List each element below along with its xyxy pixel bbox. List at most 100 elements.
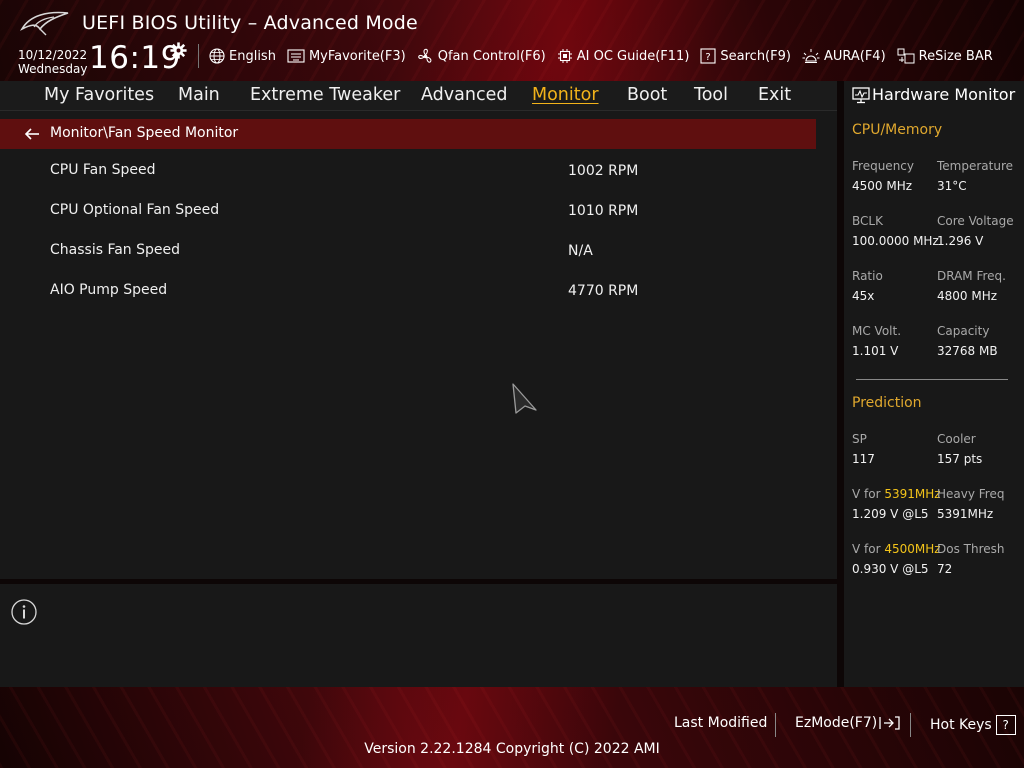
row-chassis-fan-speed[interactable]: Chassis Fan Speed N/A	[0, 234, 816, 268]
date-text: 10/12/2022	[18, 48, 88, 62]
ratio-label: Ratio	[852, 269, 883, 283]
frequency-label: Frequency	[852, 159, 914, 173]
aura-label: AURA(F4)	[823, 48, 886, 64]
qfan-control-button[interactable]: Qfan Control(F6)	[417, 48, 546, 65]
temperature-value: 31°C	[937, 179, 967, 193]
row-value: N/A	[568, 243, 593, 259]
resize-bar-label: ReSize BAR	[918, 48, 993, 64]
row-cpu-fan-speed[interactable]: CPU Fan Speed 1002 RPM	[0, 154, 816, 188]
v-for-dos-label: V for 4500MHz	[852, 542, 941, 556]
v-for-dos-value: 0.930 V @L5	[852, 562, 929, 576]
last-modified-button[interactable]: Last Modified	[674, 715, 767, 731]
sp-value: 117	[852, 452, 875, 466]
main-panel: My Favorites Main Extreme Tweaker Advanc…	[0, 81, 837, 579]
sp-label: SP	[852, 432, 867, 446]
top-toolbar: English MyFavorite(F3) Qfan Control(F6)	[198, 44, 1004, 68]
myfavorite-button[interactable]: MyFavorite(F3)	[287, 49, 406, 64]
row-cpu-optional-fan-speed[interactable]: CPU Optional Fan Speed 1010 RPM	[0, 194, 816, 228]
toolbar-divider	[198, 44, 199, 68]
search-label: Search(F9)	[720, 48, 791, 64]
tab-exit[interactable]: Exit	[758, 85, 791, 105]
qfan-control-label: Qfan Control(F6)	[437, 48, 546, 64]
chip-icon	[557, 49, 572, 63]
gear-icon[interactable]	[170, 42, 187, 59]
mc-volt-value: 1.101 V	[852, 344, 899, 358]
capacity-label: Capacity	[937, 324, 990, 338]
resize-bar-icon	[897, 48, 915, 64]
search-help-icon: ?	[700, 48, 716, 64]
row-value: 1010 RPM	[568, 203, 639, 219]
app-title: UEFI BIOS Utility – Advanced Mode	[82, 12, 418, 34]
tab-extreme-tweaker[interactable]: Extreme Tweaker	[250, 85, 400, 105]
v-for-heavy-label: V for 5391MHz	[852, 487, 941, 501]
tab-monitor[interactable]: Monitor	[532, 85, 599, 105]
row-value: 4770 RPM	[568, 283, 639, 299]
capacity-value: 32768 MB	[937, 344, 998, 358]
breadcrumb: Monitor\Fan Speed Monitor	[0, 119, 816, 149]
cooler-label: Cooler	[937, 432, 976, 446]
globe-icon	[209, 48, 225, 64]
section-divider	[856, 379, 1008, 380]
tab-advanced[interactable]: Advanced	[421, 85, 507, 105]
footer-bar: Last Modified EzMode(F7) Hot Keys ? Vers…	[0, 687, 1024, 768]
version-text: Version 2.22.1284 Copyright (C) 2022 AMI	[364, 741, 660, 757]
dos-thresh-label: Dos Thresh	[937, 542, 1005, 556]
dram-freq-label: DRAM Freq.	[937, 269, 1006, 283]
exit-to-ezmode-icon	[879, 716, 900, 730]
help-key-icon: ?	[995, 715, 1016, 735]
cooler-value: 157 pts	[937, 452, 983, 466]
ai-oc-guide-button[interactable]: AI OC Guide(F11)	[557, 48, 690, 64]
help-panel	[0, 584, 837, 687]
core-voltage-value: 1.296 V	[937, 234, 984, 248]
mc-volt-label: MC Volt.	[852, 324, 902, 338]
v-for-heavy-value: 1.209 V @L5	[852, 507, 929, 521]
bclk-label: BCLK	[852, 214, 883, 228]
hot-keys-label: Hot Keys	[930, 717, 992, 733]
ezmode-button[interactable]: EzMode(F7)	[795, 715, 901, 731]
clock-time[interactable]: 16:19	[89, 40, 181, 76]
v-for-prefix: V for	[852, 542, 885, 556]
resize-bar-button[interactable]: ReSize BAR	[897, 48, 993, 64]
frequency-value: 4500 MHz	[852, 179, 913, 193]
myfavorite-label: MyFavorite(F3)	[308, 48, 406, 64]
rog-logo-icon	[20, 11, 69, 36]
date-display: 10/12/2022 Wednesday	[18, 48, 87, 76]
ratio-value: 45x	[852, 289, 875, 303]
hardware-monitor-panel: Hardware Monitor CPU/Memory Frequency Te…	[844, 81, 1024, 687]
v-for-prefix: V for	[852, 487, 885, 501]
keyboard-icon	[287, 49, 305, 63]
hardware-monitor-title: Hardware Monitor	[872, 85, 1016, 104]
bclk-value: 100.0000 MHz	[852, 234, 939, 248]
row-aio-pump-speed[interactable]: AIO Pump Speed 4770 RPM	[0, 274, 816, 308]
header-bar: UEFI BIOS Utility – Advanced Mode 10/12/…	[0, 0, 1024, 81]
row-label: CPU Optional Fan Speed	[50, 202, 220, 218]
language-button[interactable]: English	[209, 48, 276, 64]
aura-light-icon	[802, 49, 820, 63]
temperature-label: Temperature	[937, 159, 1014, 173]
day-text: Wednesday	[18, 62, 88, 76]
language-label: English	[229, 48, 276, 64]
dos-thresh-value: 72	[937, 562, 953, 576]
back-arrow-icon[interactable]	[24, 127, 40, 141]
tab-my-favorites[interactable]: My Favorites	[44, 85, 154, 105]
hot-keys-button[interactable]: Hot Keys ?	[930, 715, 1016, 735]
mouse-cursor-icon	[512, 383, 537, 414]
tab-main[interactable]: Main	[178, 85, 220, 105]
v-for-dos-freq: 4500MHz	[884, 542, 941, 556]
info-icon	[11, 599, 37, 625]
row-label: CPU Fan Speed	[50, 162, 156, 178]
tab-boot[interactable]: Boot	[627, 85, 667, 105]
heavy-freq-value: 5391MHz	[937, 507, 994, 521]
monitor-icon	[852, 87, 870, 104]
ai-oc-guide-label: AI OC Guide(F11)	[576, 48, 690, 64]
breadcrumb-path: Monitor\Fan Speed Monitor	[50, 125, 239, 141]
tab-tool[interactable]: Tool	[694, 85, 728, 105]
prediction-section-title: Prediction	[852, 395, 922, 411]
heavy-freq-label: Heavy Freq	[937, 487, 1005, 501]
search-button[interactable]: ? Search(F9)	[700, 48, 791, 64]
footer-divider	[910, 713, 911, 737]
fan-icon	[417, 48, 432, 63]
aura-button[interactable]: AURA(F4)	[802, 48, 886, 64]
main-tab-bar: My Favorites Main Extreme Tweaker Advanc…	[0, 81, 837, 111]
row-label: AIO Pump Speed	[50, 282, 168, 298]
